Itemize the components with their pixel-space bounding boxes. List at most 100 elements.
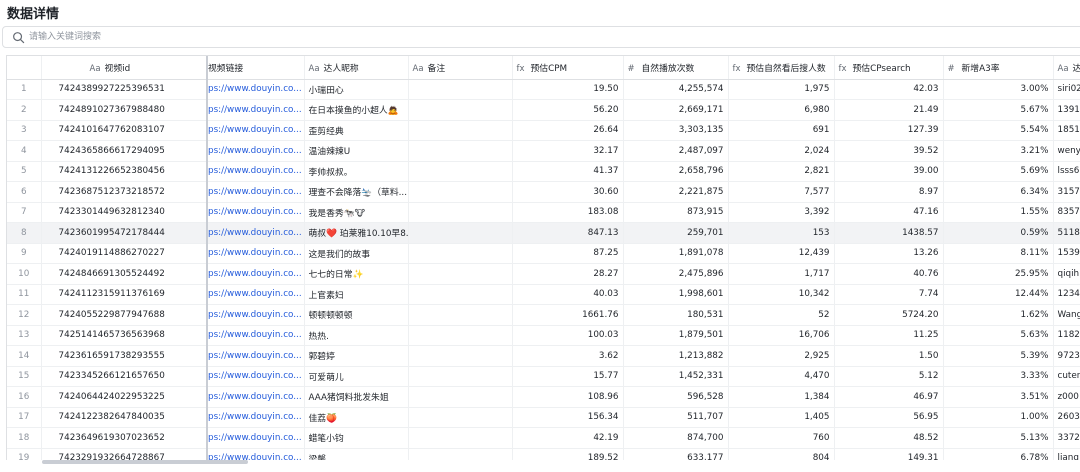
cell-video-link[interactable]: ps://www.douyin.co...	[207, 386, 305, 408]
table-row[interactable]: 15 7423345266121657650 ps://www.douyin.co.…	[7, 366, 1080, 387]
column-header[interactable]: fx 预估自然看后搜人数	[728, 56, 835, 80]
column-header[interactable]: # 新增A3率	[943, 56, 1054, 80]
cell-cpm: 108.96	[512, 386, 624, 408]
cell-video-link[interactable]: ps://www.douyin.co...	[207, 79, 305, 100]
cell-creator: 11825	[1053, 325, 1080, 346]
table-row[interactable]: 4 7424365866617294095 ps://www.douyin.co..…	[7, 140, 1080, 162]
column-header[interactable]: Aa 备注	[408, 56, 513, 80]
cell-cpsearch: 42.03	[834, 79, 944, 100]
table-row[interactable]: 3 7424101647762083107 ps://www.douyin.co..…	[7, 120, 1080, 141]
search-input[interactable]	[29, 29, 629, 45]
cell-video-link[interactable]: ps://www.douyin.co...	[207, 325, 305, 346]
table-row[interactable]: 7 7423301449632812340 ps://www.douyin.co..…	[7, 202, 1080, 223]
cell-cpsearch: 127.39	[834, 120, 944, 141]
cell-video-link[interactable]: ps://www.douyin.co...	[207, 222, 305, 244]
cell-cpsearch: 1.50	[834, 345, 944, 367]
cell-video-link[interactable]: ps://www.douyin.co...	[207, 202, 305, 223]
cell-video-link[interactable]: ps://www.douyin.co...	[207, 448, 305, 460]
cell-a3-rate: 5.39%	[943, 345, 1054, 367]
cell-note	[408, 140, 513, 162]
cell-plays: 2,221,875	[623, 181, 729, 203]
cell-cpsearch: 149.31	[834, 448, 944, 460]
cell-creator: 97238	[1053, 345, 1080, 367]
cell-video-link[interactable]: ps://www.douyin.co...	[207, 140, 305, 162]
table-row[interactable]: 19 7423291932664728867 ps://www.douyin.co.…	[7, 448, 1080, 460]
cell-video-id: 7423687512373218572	[41, 181, 208, 203]
horizontal-scrollbar[interactable]	[42, 460, 248, 464]
table-row[interactable]: 18 7423649619307023652 ps://www.douyin.co.…	[7, 427, 1080, 449]
table-row[interactable]: 16 7424064424022953225 ps://www.douyin.co.…	[7, 386, 1080, 408]
column-header[interactable]: Aa 达	[1053, 56, 1080, 80]
cell-video-link[interactable]: ps://www.douyin.co...	[207, 181, 305, 203]
table-row[interactable]: 9 7424019114886270227 ps://www.douyin.co..…	[7, 243, 1080, 264]
table-row[interactable]: 17 7424122382647840035 ps://www.douyin.co.…	[7, 407, 1080, 428]
cell-video-id: 7424112315911376169	[41, 284, 208, 305]
column-type-icon: #	[947, 63, 955, 74]
column-header-label: 自然播放次数	[641, 63, 695, 74]
table-row[interactable]: 1 7424389927225396531 ps://www.douyin.co..…	[7, 79, 1080, 100]
cell-video-link[interactable]: ps://www.douyin.co...	[207, 366, 305, 387]
cell-searchers: 760	[728, 427, 835, 449]
column-type-icon: fx	[516, 63, 525, 74]
cell-searchers: 52	[728, 304, 835, 326]
cell-plays: 4,255,574	[623, 79, 729, 100]
cell-cpsearch: 40.76	[834, 263, 944, 285]
cell-video-id: 7425141465736563968	[41, 325, 208, 346]
column-header[interactable]: fx 预估CPM	[512, 56, 624, 80]
cell-a3-rate: 5.13%	[943, 427, 1054, 449]
cell-nickname: 郭碧婷	[304, 345, 409, 367]
search-box[interactable]	[2, 26, 1080, 48]
cell-searchers: 7,577	[728, 181, 835, 203]
cell-video-link[interactable]: ps://www.douyin.co...	[207, 427, 305, 449]
table-row[interactable]: 12 7424055229877947688 ps://www.douyin.co.…	[7, 304, 1080, 326]
cell-creator: Wang	[1053, 304, 1080, 326]
column-header[interactable]: fx 预估CPsearch	[834, 56, 944, 80]
cell-video-id: 7424101647762083107	[41, 120, 208, 141]
cell-nickname: 顿顿顿顿顿	[304, 304, 409, 326]
cell-video-link[interactable]: ps://www.douyin.co...	[207, 120, 305, 141]
table-row[interactable]: 5 7424131226652380456 ps://www.douyin.co..…	[7, 161, 1080, 182]
cell-a3-rate: 5.63%	[943, 325, 1054, 346]
cell-a3-rate: 5.54%	[943, 120, 1054, 141]
cell-video-link[interactable]: ps://www.douyin.co...	[207, 263, 305, 285]
cell-video-link[interactable]: ps://www.douyin.co...	[207, 407, 305, 428]
table-row[interactable]: 13 7425141465736563968 ps://www.douyin.co.…	[7, 325, 1080, 346]
cell-plays: 1,998,601	[623, 284, 729, 305]
table-row[interactable]: 8 7423601995472178444 ps://www.douyin.co..…	[7, 222, 1080, 244]
cell-cpsearch: 1438.57	[834, 222, 944, 244]
table-row[interactable]: 10 7424846691305524492 ps://www.douyin.co.…	[7, 263, 1080, 285]
cell-video-link[interactable]: ps://www.douyin.co...	[207, 243, 305, 264]
cell-video-link[interactable]: ps://www.douyin.co...	[207, 161, 305, 182]
row-index: 19	[7, 448, 42, 460]
cell-video-link[interactable]: ps://www.douyin.co...	[207, 345, 305, 367]
cell-video-link[interactable]: ps://www.douyin.co...	[207, 99, 305, 121]
cell-creator: wenyu	[1053, 140, 1080, 162]
cell-cpsearch: 13.26	[834, 243, 944, 264]
cell-plays: 1,213,882	[623, 345, 729, 367]
column-header[interactable]: Aa 达人昵称	[304, 56, 409, 80]
column-header[interactable]: # 自然播放次数	[623, 56, 729, 80]
cell-a3-rate: 1.00%	[943, 407, 1054, 428]
row-index: 14	[7, 345, 42, 367]
cell-video-link[interactable]: ps://www.douyin.co...	[207, 284, 305, 305]
cell-cpm: 28.27	[512, 263, 624, 285]
cell-a3-rate: 12.44%	[943, 284, 1054, 305]
cell-searchers: 691	[728, 120, 835, 141]
column-header[interactable]: Aa 视频id	[41, 56, 208, 80]
row-index: 17	[7, 407, 42, 428]
cell-cpsearch: 7.74	[834, 284, 944, 305]
row-index: 1	[7, 79, 42, 100]
table-row[interactable]: 6 7423687512373218572 ps://www.douyin.co..…	[7, 181, 1080, 203]
cell-cpm: 30.60	[512, 181, 624, 203]
table-row[interactable]: 11 7424112315911376169 ps://www.douyin.co.…	[7, 284, 1080, 305]
cell-nickname: 歪剪经典	[304, 120, 409, 141]
table-row[interactable]: 2 7424891027367988480 ps://www.douyin.co..…	[7, 99, 1080, 121]
cell-note	[408, 386, 513, 408]
table-row[interactable]: 14 7423616591738293555 ps://www.douyin.co.…	[7, 345, 1080, 367]
cell-a3-rate: 5.67%	[943, 99, 1054, 121]
cell-cpsearch: 46.97	[834, 386, 944, 408]
cell-a3-rate: 3.00%	[943, 79, 1054, 100]
column-header[interactable]: 视频链接	[207, 56, 305, 80]
cell-video-link[interactable]: ps://www.douyin.co...	[207, 304, 305, 326]
cell-creator: liang	[1053, 448, 1080, 460]
